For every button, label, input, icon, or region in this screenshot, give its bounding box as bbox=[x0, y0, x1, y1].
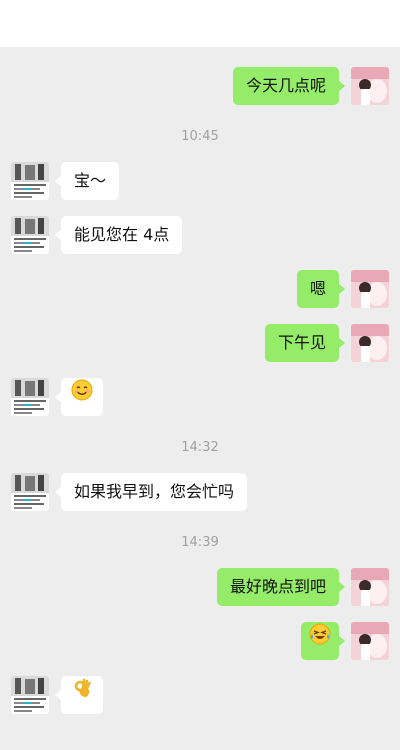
message-bubble[interactable]: 嗯 bbox=[296, 270, 346, 308]
contact-avatar[interactable] bbox=[11, 216, 49, 254]
timestamp: 14:32 bbox=[181, 440, 219, 455]
ok-hand-emoji-icon bbox=[71, 675, 93, 713]
my-avatar[interactable] bbox=[351, 67, 389, 105]
message-bubble[interactable] bbox=[55, 377, 103, 416]
contact-avatar[interactable] bbox=[11, 676, 49, 714]
message-bubble[interactable] bbox=[55, 675, 103, 714]
message-bubble[interactable] bbox=[301, 621, 345, 660]
chat-area[interactable]: 今天几点呢 10:45 宝～ 能见您在 4点 嗯 下午见 14:32 如果我早到… bbox=[0, 47, 400, 750]
contact-avatar[interactable] bbox=[11, 473, 49, 511]
timestamp: 14:39 bbox=[181, 535, 219, 550]
message-bubble[interactable]: 宝～ bbox=[54, 162, 120, 200]
my-avatar[interactable] bbox=[351, 568, 389, 606]
timestamp: 10:45 bbox=[181, 129, 219, 144]
smile-emoji-icon bbox=[71, 377, 93, 415]
my-avatar[interactable] bbox=[351, 270, 389, 308]
message-bubble[interactable]: 今天几点呢 bbox=[232, 67, 346, 105]
contact-avatar[interactable] bbox=[11, 162, 49, 200]
top-bar bbox=[0, 0, 400, 47]
laughing-tears-emoji-icon bbox=[309, 621, 331, 659]
message-bubble[interactable]: 能见您在 4点 bbox=[54, 216, 183, 254]
message-bubble[interactable]: 最好晚点到吧 bbox=[216, 568, 346, 606]
my-avatar[interactable] bbox=[351, 324, 389, 362]
contact-avatar[interactable] bbox=[11, 378, 49, 416]
message-bubble[interactable]: 如果我早到，您会忙吗 bbox=[54, 473, 248, 511]
message-bubble[interactable]: 下午见 bbox=[264, 324, 346, 362]
my-avatar[interactable] bbox=[351, 622, 389, 660]
